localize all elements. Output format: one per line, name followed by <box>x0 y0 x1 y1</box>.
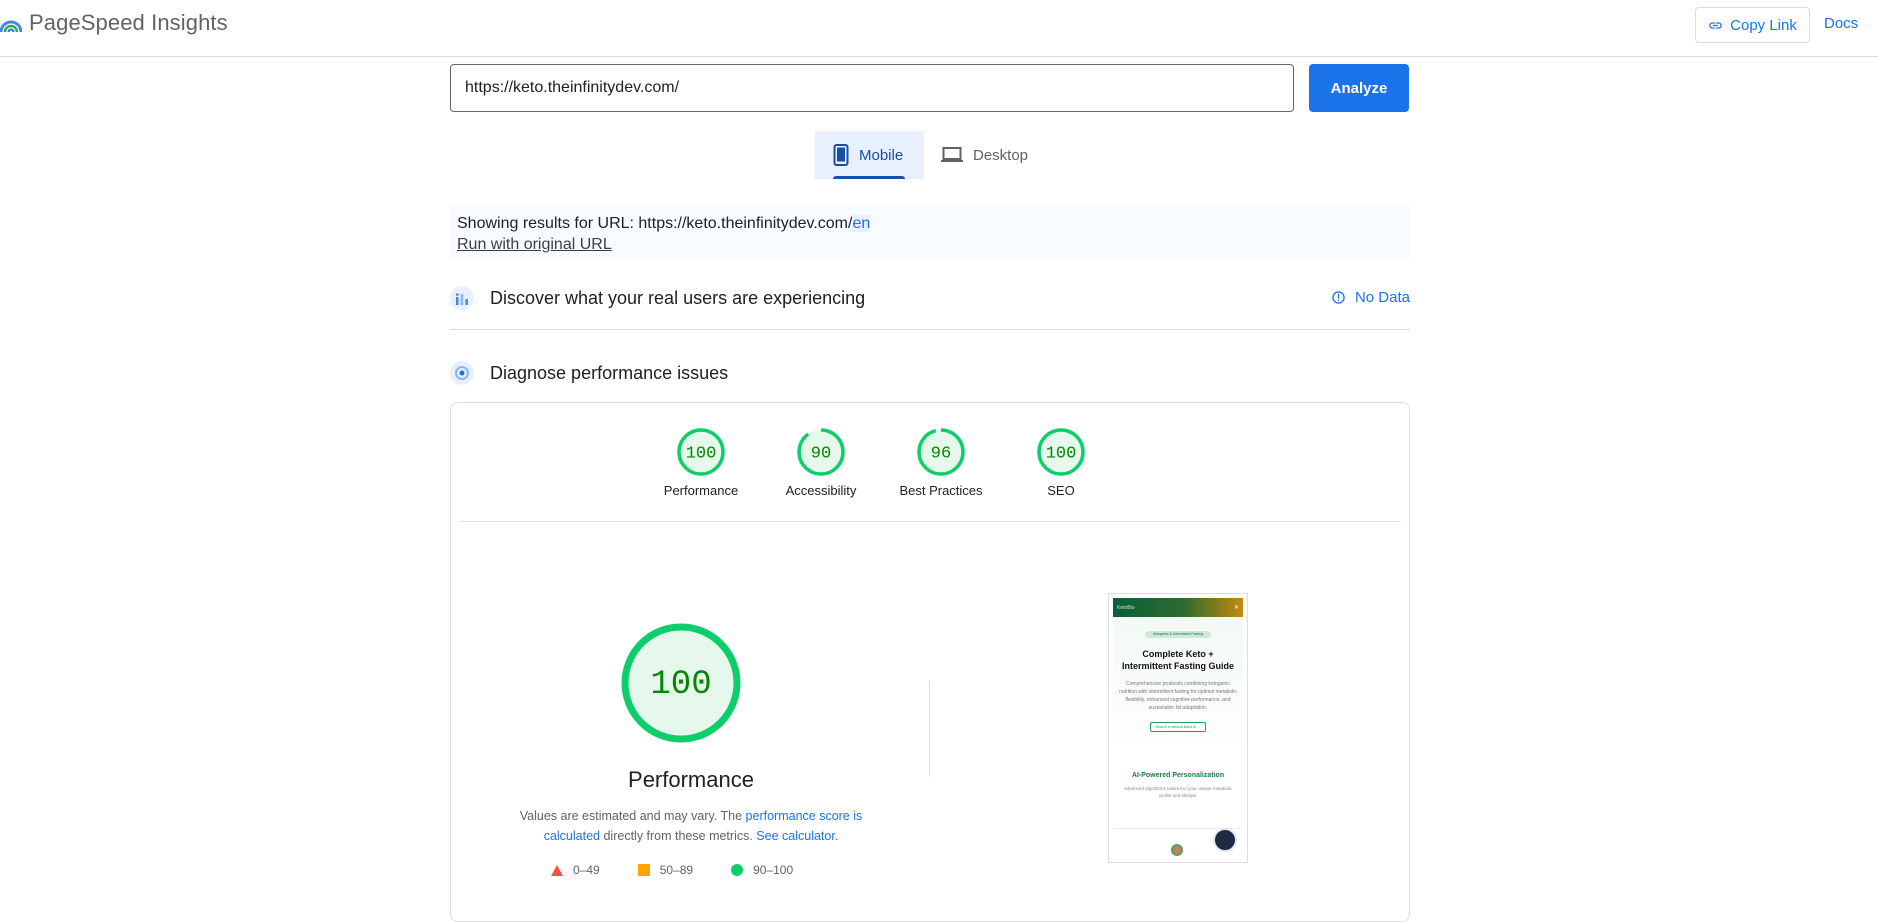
info-icon <box>1332 291 1345 304</box>
gauge-ring: 90 <box>797 428 845 476</box>
score-label: Best Practices <box>899 483 983 498</box>
score-gauge-seo[interactable]: 100 SEO <box>1011 427 1111 498</box>
score-label: SEO <box>1047 483 1075 498</box>
smartphone-icon <box>833 144 849 166</box>
screenshot-button: Search a medical Band to → <box>1150 722 1206 732</box>
score-gauge-performance[interactable]: 100 Performance <box>651 427 751 498</box>
url-suffix-highlight: en <box>852 215 871 232</box>
field-data-icon <box>450 286 474 310</box>
legend-pass: 90–100 <box>731 863 793 877</box>
tab-desktop-label: Desktop <box>973 146 1029 164</box>
circle-icon <box>731 864 744 876</box>
showing-results-text: Showing results for URL: https://keto.th… <box>457 215 871 232</box>
analyze-button[interactable]: Analyze <box>1309 64 1409 112</box>
field-data-section: Discover what your real users are experi… <box>450 286 1410 310</box>
gauge-ring: 100 <box>1037 428 1085 476</box>
url-results-banner: Showing results for URL: https://keto.th… <box>450 204 1410 259</box>
tab-active-indicator <box>833 176 905 179</box>
no-data-link[interactable]: No Data <box>1332 289 1410 306</box>
tab-mobile[interactable]: Mobile <box>815 131 924 179</box>
vertical-divider <box>929 681 930 777</box>
screenshot-subtext: Advanced algorithms tailored to your uni… <box>1123 786 1233 798</box>
top-app-bar: PageSpeed Insights Copy Link Docs <box>0 0 1878 57</box>
pagespeed-logo-icon <box>0 20 22 33</box>
performance-note: Values are estimated and may vary. The p… <box>519 809 863 843</box>
screenshot-subheading: AI-Powered Personalization <box>1131 772 1225 779</box>
copy-link-label: Copy Link <box>1730 16 1797 34</box>
score-gauge-best-practices[interactable]: 96 Best Practices <box>891 427 991 498</box>
lighthouse-report-card: 100 Performance 90 Accessibility 96 Best… <box>450 402 1410 922</box>
diagnose-icon <box>450 361 474 385</box>
screenshot-navbar: KetoBio ✕ <box>1113 598 1243 617</box>
screenshot-heading: Complete Keto + Intermittent Fasting Gui… <box>1121 649 1234 671</box>
section-divider <box>450 329 1410 330</box>
tab-desktop[interactable]: Desktop <box>941 131 1041 179</box>
docs-link[interactable]: Docs <box>1824 15 1858 32</box>
screenshot-content: KetoBio ✕ Ketogenic & Intermittent Fasti… <box>1113 598 1243 858</box>
performance-title: Performance <box>628 767 754 792</box>
brand[interactable]: PageSpeed Insights <box>0 10 228 36</box>
triangle-icon <box>551 864 563 876</box>
square-icon <box>637 864 650 876</box>
legend-fail: 0–49 <box>551 863 600 877</box>
no-data-label: No Data <box>1354 289 1410 306</box>
app-title: PageSpeed Insights <box>29 10 228 35</box>
gauge-ring: 100 <box>677 428 725 476</box>
score-label: Performance <box>663 483 739 498</box>
final-screenshot: KetoBio ✕ Ketogenic & Intermittent Fasti… <box>1108 593 1248 863</box>
field-data-title: Discover what your real users are experi… <box>490 287 866 308</box>
svg-text:96: 96 <box>931 445 951 464</box>
gauges-divider <box>459 521 1401 522</box>
link-icon <box>1709 21 1722 29</box>
legend-average: 50–89 <box>637 863 693 877</box>
copy-link-button[interactable]: Copy Link <box>1695 7 1810 43</box>
lab-data-title: Diagnose performance issues <box>490 362 729 383</box>
svg-text:100: 100 <box>686 445 717 464</box>
laptop-icon <box>941 147 963 162</box>
screenshot-paragraph: Comprehensive protocols combining ketoge… <box>1119 681 1237 711</box>
chat-fab-icon <box>1213 828 1237 852</box>
svg-text:90: 90 <box>811 445 831 464</box>
avatar <box>1171 844 1183 856</box>
screenshot-pill: Ketogenic & Intermittent Fasting <box>1145 631 1211 638</box>
lab-data-section: Diagnose performance issues <box>450 361 1410 385</box>
svg-text:100: 100 <box>1046 445 1077 464</box>
score-gauge-accessibility[interactable]: 90 Accessibility <box>771 427 871 498</box>
performance-big-gauge: 100 <box>621 623 741 743</box>
gauge-ring: 96 <box>917 428 965 476</box>
run-original-url-link[interactable]: Run with original URL <box>457 234 1403 255</box>
see-calculator-link[interactable]: See calculator. <box>756 829 838 843</box>
url-input[interactable] <box>450 64 1294 112</box>
score-legend: 0–49 50–89 90–100 <box>551 863 831 877</box>
tab-mobile-label: Mobile <box>859 146 904 164</box>
score-label: Accessibility <box>785 483 857 498</box>
svg-text:100: 100 <box>650 666 711 704</box>
